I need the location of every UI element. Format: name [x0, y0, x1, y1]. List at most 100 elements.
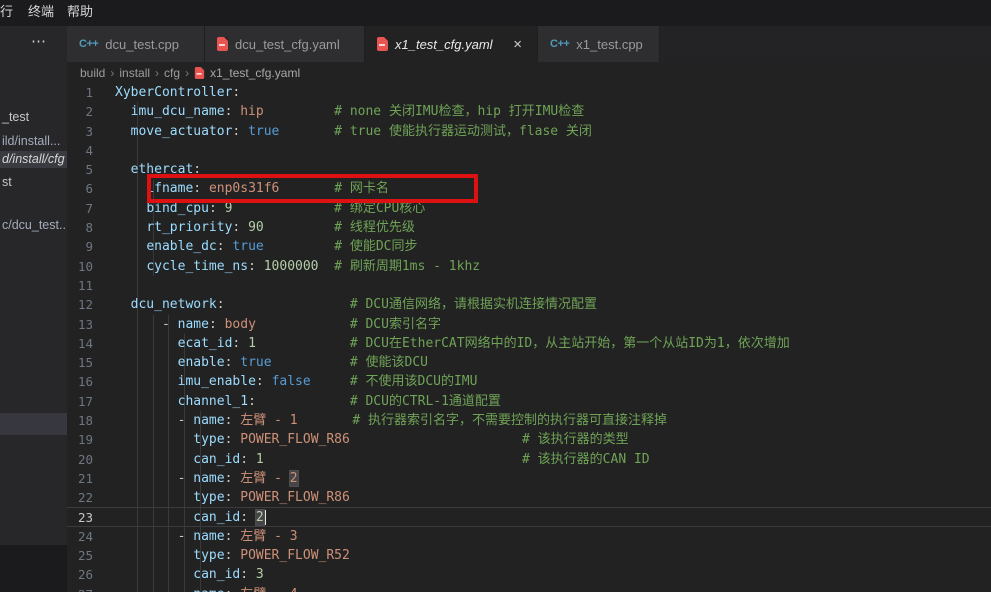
- line-content: enable: true # 使能该DCU: [115, 353, 991, 372]
- breadcrumb-segment[interactable]: cfg: [164, 66, 180, 80]
- code-line[interactable]: 26 can_id: 3: [67, 565, 991, 584]
- code-line[interactable]: 9 enable_dc: true # 使能DC同步: [67, 237, 991, 256]
- line-number: 22: [67, 488, 115, 507]
- line-number: 18: [67, 411, 115, 430]
- line-content: XyberController:: [115, 83, 991, 102]
- code-line[interactable]: 6 ifname: enp0s31f6 # 网卡名: [67, 179, 991, 198]
- menu-item[interactable]: 终端: [28, 0, 54, 26]
- sidebar-item[interactable]: d/install/cfg: [0, 151, 67, 168]
- sidebar-bottom-panel: [0, 545, 67, 592]
- line-content: ifname: enp0s31f6 # 网卡名: [115, 179, 991, 198]
- code-line[interactable]: 25 type: POWER_FLOW_R52: [67, 546, 991, 565]
- breadcrumb[interactable]: build›install›cfg›x1_test_cfg.yaml: [67, 62, 991, 83]
- tab-x1_test.cpp[interactable]: C++x1_test.cpp: [538, 26, 660, 62]
- sidebar-item[interactable]: c/dcu_test...: [0, 215, 67, 235]
- line-content: [115, 276, 991, 295]
- line-content: can_id: 2: [115, 508, 991, 527]
- more-actions-icon[interactable]: ⋯: [31, 32, 47, 50]
- tab-label: x1_test_cfg.yaml: [395, 37, 493, 52]
- line-content: enable_dc: true # 使能DC同步: [115, 237, 991, 256]
- code-line[interactable]: 13 - name: body # DCU索引名字: [67, 315, 991, 334]
- line-number: 15: [67, 353, 115, 372]
- code-line[interactable]: 22 type: POWER_FLOW_R86: [67, 488, 991, 507]
- line-number: 21: [67, 469, 115, 488]
- code-line[interactable]: 23 can_id: 2: [67, 508, 991, 527]
- code-line[interactable]: 21 - name: 左臂 - 2: [67, 469, 991, 488]
- line-number: 11: [67, 276, 115, 295]
- tab-dcu_test_cfg.yaml[interactable]: dcu_test_cfg.yaml: [205, 26, 365, 62]
- cpp-file-icon: C++: [79, 38, 98, 50]
- code-line[interactable]: 14 ecat_id: 1 # DCU在EtherCAT网络中的ID，从主站开始…: [67, 334, 991, 353]
- code-line[interactable]: 12 dcu_network: # DCU通信网络，请根据实机连接情况配置: [67, 295, 991, 314]
- code-line[interactable]: 16 imu_enable: false # 不使用该DCU的IMU: [67, 372, 991, 391]
- line-content: - name: 左臂 - 4: [115, 585, 991, 592]
- close-icon[interactable]: ×: [510, 36, 525, 53]
- code-line[interactable]: 1XyberController:: [67, 83, 991, 102]
- line-content: type: POWER_FLOW_R86: [115, 488, 991, 507]
- line-number: 6: [67, 179, 115, 198]
- code-line[interactable]: 24 - name: 左臂 - 3: [67, 527, 991, 546]
- code-lines: 1XyberController:2 imu_dcu_name: hip # n…: [67, 83, 991, 592]
- yaml-file-icon: [377, 37, 388, 51]
- line-content: bind_cpu: 9 # 绑定CPU核心: [115, 199, 991, 218]
- line-content: - name: 左臂 - 1 # 执行器索引名字，不需要控制的执行器可直接注释掉: [115, 411, 991, 430]
- sidebar-item[interactable]: _test: [0, 107, 67, 127]
- line-content: imu_enable: false # 不使用该DCU的IMU: [115, 372, 991, 391]
- title-bar: 行终端帮助: [0, 0, 991, 26]
- line-number: 4: [67, 141, 115, 160]
- tab-label: x1_test.cpp: [576, 37, 643, 52]
- line-number: 26: [67, 565, 115, 584]
- code-line[interactable]: 19 type: POWER_FLOW_R86 # 该执行器的类型: [67, 430, 991, 449]
- line-content: type: POWER_FLOW_R86 # 该执行器的类型: [115, 430, 991, 449]
- breadcrumb-file[interactable]: x1_test_cfg.yaml: [210, 66, 300, 80]
- chevron-right-icon: ›: [110, 66, 114, 80]
- line-content: type: POWER_FLOW_R52: [115, 546, 991, 565]
- tab-dcu_test.cpp[interactable]: C++dcu_test.cpp: [67, 26, 205, 62]
- line-content: imu_dcu_name: hip # none 关闭IMU检查，hip 打开I…: [115, 102, 991, 121]
- code-line[interactable]: 3 move_actuator: true # true 使能执行器运动测试，f…: [67, 122, 991, 141]
- line-content: rt_priority: 90 # 线程优先级: [115, 218, 991, 237]
- sidebar-item[interactable]: st: [0, 172, 67, 192]
- menu-item[interactable]: 帮助: [67, 0, 93, 26]
- vscode-window: 行终端帮助 ⋯ _test ild/install...d/install/cfg…: [0, 0, 991, 592]
- tab-label: dcu_test_cfg.yaml: [235, 37, 340, 52]
- line-number: 20: [67, 450, 115, 469]
- sidebar-item[interactable]: ild/install...: [0, 131, 67, 151]
- line-content: cycle_time_ns: 1000000 # 刷新周期1ms - 1khz: [115, 257, 991, 276]
- line-content: move_actuator: true # true 使能执行器运动测试，fla…: [115, 122, 991, 141]
- line-number: 14: [67, 334, 115, 353]
- code-line[interactable]: 18 - name: 左臂 - 1 # 执行器索引名字，不需要控制的执行器可直接…: [67, 411, 991, 430]
- line-number: 27: [67, 585, 115, 592]
- line-content: can_id: 1 # 该执行器的CAN ID: [115, 450, 991, 469]
- code-line[interactable]: 10 cycle_time_ns: 1000000 # 刷新周期1ms - 1k…: [67, 257, 991, 276]
- breadcrumb-segment[interactable]: build: [80, 66, 105, 80]
- code-line[interactable]: 17 channel_1: # DCU的CTRL-1通道配置: [67, 392, 991, 411]
- line-number: 24: [67, 527, 115, 546]
- code-line[interactable]: 15 enable: true # 使能该DCU: [67, 353, 991, 372]
- text-cursor: [265, 510, 266, 525]
- line-number: 2: [67, 102, 115, 121]
- code-line[interactable]: 20 can_id: 1 # 该执行器的CAN ID: [67, 450, 991, 469]
- code-line[interactable]: 8 rt_priority: 90 # 线程优先级: [67, 218, 991, 237]
- line-content: - name: 左臂 - 3: [115, 527, 991, 546]
- line-content: channel_1: # DCU的CTRL-1通道配置: [115, 392, 991, 411]
- code-line[interactable]: 4: [67, 141, 991, 160]
- code-line[interactable]: 5 ethercat:: [67, 160, 991, 179]
- line-content: [115, 141, 991, 160]
- line-number: 23: [67, 508, 115, 527]
- code-line[interactable]: 7 bind_cpu: 9 # 绑定CPU核心: [67, 199, 991, 218]
- breadcrumb-segment[interactable]: install: [119, 66, 150, 80]
- menu-item[interactable]: 行: [0, 0, 13, 26]
- yaml-file-icon: [195, 67, 204, 79]
- code-line[interactable]: 27 - name: 左臂 - 4: [67, 585, 991, 592]
- line-number: 5: [67, 160, 115, 179]
- code-line[interactable]: 11: [67, 276, 991, 295]
- line-number: 25: [67, 546, 115, 565]
- code-line[interactable]: 2 imu_dcu_name: hip # none 关闭IMU检查，hip 打…: [67, 102, 991, 121]
- line-content: - name: body # DCU索引名字: [115, 315, 991, 334]
- tab-x1_test_cfg.yaml[interactable]: x1_test_cfg.yaml ×: [365, 26, 538, 62]
- line-content: can_id: 3: [115, 565, 991, 584]
- sidebar-hover-row[interactable]: [0, 413, 67, 435]
- code-editor[interactable]: 1XyberController:2 imu_dcu_name: hip # n…: [67, 83, 991, 592]
- line-number: 8: [67, 218, 115, 237]
